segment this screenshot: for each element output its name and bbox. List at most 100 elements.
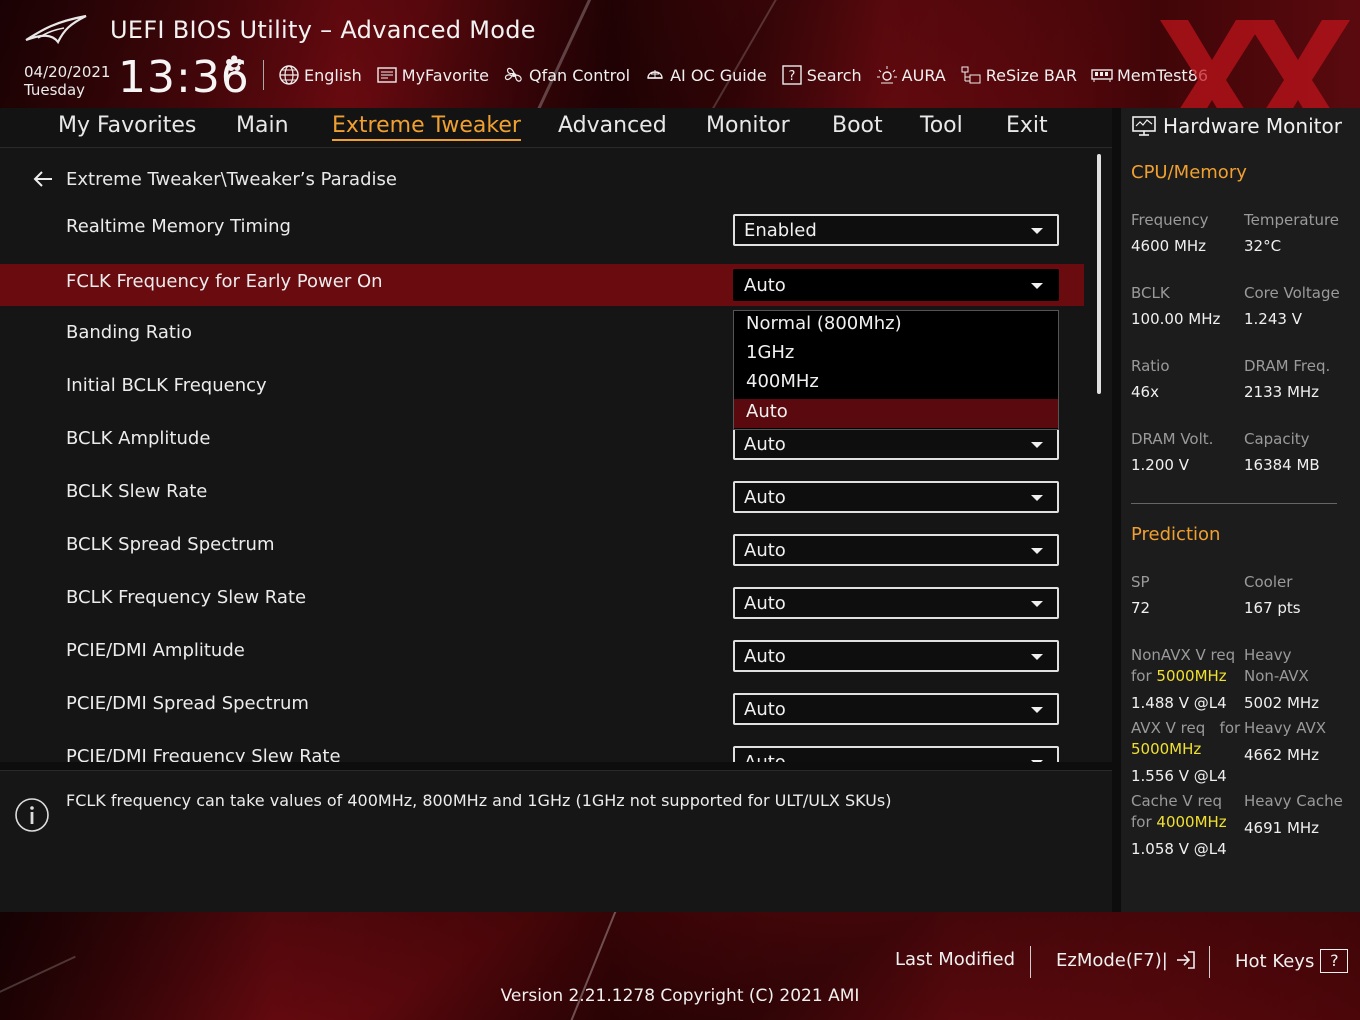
heavy-avx-value: 4662 MHz [1244,746,1320,764]
favorite-icon [377,67,397,83]
info-icon [15,798,49,832]
breadcrumb[interactable]: Extreme Tweaker\Tweaker’s Paradise [32,168,397,190]
toolbar-resize-bar[interactable]: ReSize BAR [960,64,1077,86]
last-modified-button[interactable]: Last Modified [895,949,1015,970]
frequency-label: Frequency [1131,211,1209,229]
caret-down-icon [1031,654,1043,660]
top-toolbar: English MyFavorite Qfan Control AI OC Gu… [278,62,1222,88]
toolbar-myfavorite[interactable]: MyFavorite [376,64,489,86]
heavy-avx-label: Heavy AVX [1244,719,1327,737]
hardware-monitor-label: Hardware Monitor [1163,114,1342,138]
cooler-value: 167 pts [1244,599,1301,617]
setting-row-bclk-slew-rate[interactable]: BCLK Slew Rate Auto [0,474,1084,516]
rog-logo-icon [25,14,87,45]
setting-select[interactable]: Auto [733,269,1059,301]
ezmode-label: EzMode(F7)| [1056,949,1168,971]
prediction-heading: Prediction [1131,524,1221,545]
nonavx-for-label: for [1131,667,1152,685]
setting-row-bclk-spread-spectrum[interactable]: BCLK Spread Spectrum Auto [0,527,1084,569]
setting-row-realtime-memory-timing[interactable]: Realtime Memory Timing Enabled [0,208,1084,250]
resize-bar-icon [961,66,981,84]
app-title: UEFI BIOS Utility – Advanced Mode [110,16,536,44]
setting-select[interactable]: Auto [733,428,1059,460]
setting-label: BCLK Amplitude [66,428,211,449]
toolbar-aura[interactable]: AURA [876,64,946,86]
setting-select[interactable]: Auto [733,534,1059,566]
cooler-label: Cooler [1244,573,1293,591]
setting-select[interactable]: Enabled [733,214,1059,246]
setting-row-pcie-dmi-amplitude[interactable]: PCIE/DMI Amplitude Auto [0,633,1084,675]
dropdown-option[interactable]: Normal (800Mhz) [734,311,1058,340]
toolbar-memtest[interactable]: MemTest86 [1091,64,1208,86]
nonavx-freq: 5000MHz [1156,667,1227,685]
heavy-nonavx-value: 5002 MHz [1244,694,1320,712]
dropdown-option[interactable]: 400MHz [734,369,1058,398]
footer-bar: Last Modified EzMode(F7)| Hot Keys ? Ver… [0,912,1360,1020]
caret-down-icon [1031,760,1043,762]
bclk-label: BCLK [1131,284,1170,302]
toolbar-label: AURA [901,65,946,85]
tab-my-favorites[interactable]: My Favorites [58,113,196,138]
exit-arrow-icon [1176,951,1195,969]
back-arrow-icon[interactable] [32,168,54,190]
cache-value: 1.058 V @L4 [1131,840,1227,858]
toolbar-ai-oc-guide[interactable]: AI OC Guide [644,64,767,86]
toolbar-label: Search [806,65,862,85]
avx-req-line: AVX V req for [1131,718,1240,739]
setting-select[interactable]: Auto [733,693,1059,725]
ezmode-button[interactable]: EzMode(F7)| [1056,949,1196,971]
sp-value: 72 [1131,599,1151,617]
settings-scrollbar[interactable] [1097,154,1101,394]
tab-exit[interactable]: Exit [1006,113,1048,138]
caret-down-icon [1031,601,1043,607]
nonavx-req-label: NonAVX V req [1131,646,1236,664]
tab-advanced[interactable]: Advanced [558,113,667,138]
main-tab-bar: My Favorites Main Extreme Tweaker Advanc… [0,108,1112,148]
cache-for-line: for 4000MHz [1131,812,1227,833]
header-divider [263,60,264,90]
day-value: Tuesday [24,81,86,99]
fclk-dropdown-list: Normal (800Mhz) 1GHz 400MHz Auto [733,310,1059,430]
setting-row-bclk-frequency-slew-rate[interactable]: BCLK Frequency Slew Rate Auto [0,580,1084,622]
tab-main[interactable]: Main [236,113,289,138]
date-display: 04/20/2021 Tuesday [24,63,110,99]
toolbar-english[interactable]: English [278,64,362,86]
toolbar-qfan-control[interactable]: Qfan Control [503,64,630,86]
setting-select[interactable]: Auto [733,640,1059,672]
setting-select[interactable]: Auto [733,746,1059,762]
cache-freq: 4000MHz [1156,813,1227,831]
core-voltage-value: 1.243 V [1244,310,1302,328]
dropdown-option-selected[interactable]: Auto [734,399,1058,428]
tab-boot[interactable]: Boot [832,113,883,138]
watermark-xx-icon [1160,20,1350,108]
caret-down-icon [1031,495,1043,501]
last-modified-label: Last Modified [895,949,1016,970]
hot-keys-label: Hot Keys [1235,950,1315,972]
aura-icon [876,66,897,84]
core-voltage-label: Core Voltage [1244,284,1340,302]
setting-label: PCIE/DMI Frequency Slew Rate [66,746,341,762]
tab-tool[interactable]: Tool [920,113,963,138]
select-value: Enabled [744,220,817,241]
dram-freq-value: 2133 MHz [1244,383,1320,401]
dropdown-option[interactable]: 1GHz [734,340,1058,369]
temperature-label: Temperature [1244,211,1340,229]
toolbar-search[interactable]: ? Search [781,64,862,86]
tab-monitor[interactable]: Monitor [706,113,790,138]
nonavx-for-line: for 5000MHz [1131,666,1227,687]
help-panel: FCLK frequency can take values of 400MHz… [0,770,1112,912]
ai-oc-icon [647,70,663,79]
setting-row-pcie-dmi-spread-spectrum[interactable]: PCIE/DMI Spread Spectrum Auto [0,686,1084,728]
globe-icon [279,65,299,85]
setting-row-pcie-dmi-frequency-slew-rate[interactable]: PCIE/DMI Frequency Slew Rate Auto [0,739,1084,762]
hot-keys-button[interactable]: Hot Keys ? [1235,949,1349,973]
setting-row-fclk-frequency[interactable]: FCLK Frequency for Early Power On Auto [0,264,1084,306]
footer-divider [1030,946,1031,978]
heavy-cache-value: 4691 MHz [1244,819,1320,837]
setting-select[interactable]: Auto [733,587,1059,619]
setting-select[interactable]: Auto [733,481,1059,513]
cpu-memory-heading: CPU/Memory [1131,162,1247,183]
tab-extreme-tweaker[interactable]: Extreme Tweaker [332,113,521,141]
setting-label: BCLK Slew Rate [66,481,208,502]
clock-settings-icon[interactable]: ✿ [225,52,243,77]
